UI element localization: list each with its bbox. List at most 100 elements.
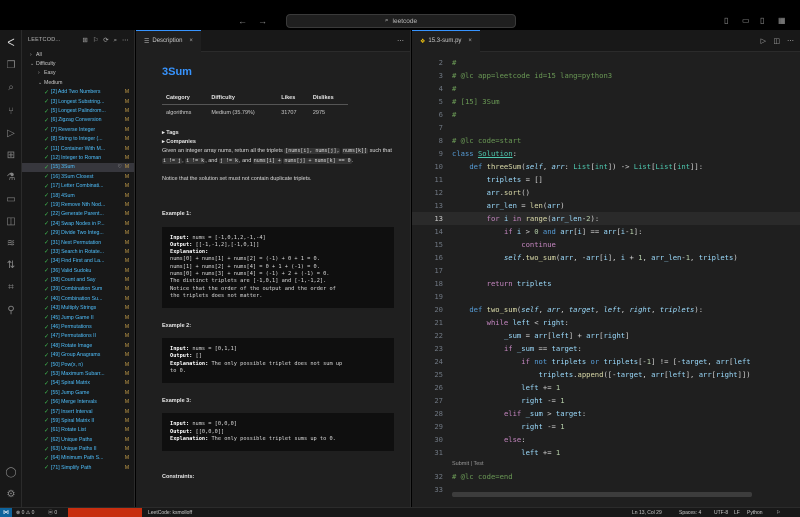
problems-indicator[interactable]: ⊗ 0 ⚠ 0 <box>16 509 34 517</box>
docker-icon[interactable]: ◫ <box>5 216 17 228</box>
problem-item[interactable]: ✓ [49] Group Anagrams M <box>22 351 134 360</box>
command-center-search[interactable]: ⌕ leetcode <box>286 14 516 28</box>
pull-requests-icon[interactable]: ⇅ <box>5 260 17 272</box>
problem-item[interactable]: ✓ [36] Valid Sudoku M <box>22 266 134 275</box>
run-debug-icon[interactable]: ▷ <box>5 128 17 140</box>
problem-item[interactable]: ✓ [56] Merge Intervals M <box>22 397 134 406</box>
pin-icon[interactable]: ⚲ <box>5 305 17 317</box>
code-area[interactable]: 2 # 3 # @lc app=leetcode id=15 lang=python… <box>412 56 800 496</box>
modified-badge: M <box>124 220 129 227</box>
problem-item[interactable]: ✓ [40] Combination Su... M <box>22 294 134 303</box>
back-arrow-icon[interactable]: ← <box>238 16 247 26</box>
database-icon[interactable]: ≋ <box>5 238 17 250</box>
problem-item[interactable]: ✓ [39] Combination Sum M <box>22 285 134 294</box>
leetcode-icon[interactable]: ᐸ <box>5 38 17 50</box>
problem-item[interactable]: ✓ [8] String to Integer (... M <box>22 135 134 144</box>
toggle-panel-icon[interactable]: ▭ <box>742 16 750 25</box>
problem-item[interactable]: ✓ [61] Rotate List M <box>22 426 134 435</box>
problem-item[interactable]: ✓ [34] Find First and La... M <box>22 257 134 266</box>
remote-explorer-icon[interactable]: ▭ <box>5 194 17 206</box>
problem-item[interactable]: ✓ [57] Insert Interval M <box>22 407 134 416</box>
problem-item[interactable]: ✓ [47] Permutations II M <box>22 332 134 341</box>
ports-indicator[interactable]: ⓦ 0 <box>48 509 57 517</box>
companies-toggle[interactable]: ▸ Companies <box>162 139 386 145</box>
problem-item[interactable]: ✓ [24] Swap Nodes in P... M <box>22 219 134 228</box>
problem-item[interactable]: ✓ [31] Next Permutation M <box>22 238 134 247</box>
problem-item[interactable]: ✓ [62] Unique Paths M <box>22 435 134 444</box>
problem-item[interactable]: ✓ [7] Reverse Integer M <box>22 125 134 134</box>
problem-label: [15] 3Sum <box>51 164 75 171</box>
cursor-position[interactable]: Ln 13, Col 29 <box>632 509 662 517</box>
problem-item[interactable]: ✓ [45] Jump Game II M <box>22 313 134 322</box>
heart-icon[interactable]: ♡ <box>118 164 122 170</box>
problem-item[interactable]: ✓ [2] Add Two Numbers M <box>22 88 134 97</box>
problem-item[interactable]: ✓ [46] Permutations M <box>22 322 134 331</box>
language-mode[interactable]: Python <box>747 509 763 517</box>
testing-icon[interactable]: ⚗ <box>5 172 17 184</box>
problem-item[interactable]: ✓ [22] Generate Parent... M <box>22 210 134 219</box>
account-icon[interactable]: ◯ <box>5 467 17 479</box>
problem-item[interactable]: ✓ [12] Integer to Roman M <box>22 153 134 162</box>
source-control-icon[interactable]: ⑂ <box>5 106 17 118</box>
more-actions-icon[interactable]: ⋯ <box>397 37 404 45</box>
problem-item[interactable]: ✓ [18] 4Sum M <box>22 191 134 200</box>
problem-item[interactable]: ✓ [29] Divide Two Integ... M <box>22 228 134 237</box>
problem-item[interactable]: ✓ [55] Jump Game M <box>22 388 134 397</box>
problem-item[interactable]: ✓ [17] Letter Combinati... M <box>22 181 134 190</box>
indentation[interactable]: Spaces: 4 <box>679 509 701 517</box>
problem-item[interactable]: ✓ [64] Minimum Path S... M <box>22 454 134 463</box>
problem-item[interactable]: ✓ [33] Search in Rotate... M <box>22 247 134 256</box>
solved-check-icon: ✓ <box>44 371 50 378</box>
customize-layout-icon[interactable]: ▦ <box>778 16 786 25</box>
tree-group[interactable]: › Easy <box>22 69 134 78</box>
problem-item[interactable]: ✓ [71] Simplify Path M <box>22 463 134 472</box>
explorer-icon[interactable]: ❐ <box>5 60 17 72</box>
problem-item[interactable]: ✓ [6] Zigzag Conversion M <box>22 116 134 125</box>
horizontal-scrollbar[interactable] <box>452 492 752 497</box>
modified-badge: M <box>124 352 129 359</box>
close-icon[interactable]: × <box>189 38 193 44</box>
tree-group[interactable]: › All <box>22 50 134 59</box>
problem-item[interactable]: ✓ [50] Pow(x, n) M <box>22 360 134 369</box>
terminal-icon[interactable]: ⌗ <box>5 282 17 294</box>
problem-item[interactable]: ✓ [59] Spiral Matrix II M <box>22 416 134 425</box>
run-python-icon[interactable]: ▷ <box>761 37 766 45</box>
remote-indicator-icon[interactable]: ⋈ <box>0 508 12 517</box>
problem-item[interactable]: ✓ [15] 3Sum M ♡ <box>22 162 134 173</box>
problem-title[interactable]: 3Sum <box>162 66 386 78</box>
problem-item[interactable]: ✓ [19] Remove Nth Nod... M <box>22 200 134 209</box>
modified-badge: M <box>124 89 129 96</box>
notifications-bell-icon[interactable]: ⚐ <box>776 509 780 517</box>
problem-item[interactable]: ✓ [63] Unique Paths II M <box>22 444 134 453</box>
sidebar-toolbar[interactable]: ⊞ ⚐ ⟳ ⌕ ⋯ <box>82 36 130 45</box>
tab-description[interactable]: ☰ Description × <box>136 30 201 52</box>
problem-item[interactable]: ✓ [3] Longest Substring... M <box>22 97 134 106</box>
toggle-secondary-sidebar-icon[interactable]: ▯ <box>760 16 764 25</box>
tree-group[interactable]: ⌄ Medium <box>22 78 134 87</box>
problem-item[interactable]: ✓ [38] Count and Say M <box>22 275 134 284</box>
more-actions-icon[interactable]: ⋯ <box>787 37 794 45</box>
close-icon[interactable]: × <box>468 38 472 44</box>
problem-item[interactable]: ✓ [16] 3Sum Closest M <box>22 172 134 181</box>
manage-gear-icon[interactable]: ⚙ <box>5 489 17 501</box>
encoding[interactable]: UTF-8 <box>714 509 728 517</box>
tab-15-3-sum-py[interactable]: ❖ 15.3-sum.py × <box>412 30 480 52</box>
search-icon[interactable]: ⌕ <box>5 82 17 94</box>
problem-item[interactable]: ✓ [5] Longest Palindrom... M <box>22 106 134 115</box>
toggle-sidebar-icon[interactable]: ▯ <box>724 16 728 25</box>
solved-check-icon: ✓ <box>44 249 50 256</box>
leetcode-account[interactable]: LeetCode: ksmolloff <box>148 509 192 517</box>
problem-item[interactable]: ✓ [54] Spiral Matrix M <box>22 379 134 388</box>
tree-group[interactable]: ⌄ Difficulty <box>22 59 134 68</box>
problem-item[interactable]: ✓ [11] Container With M... M <box>22 144 134 153</box>
forward-arrow-icon[interactable]: → <box>258 16 267 26</box>
tags-toggle[interactable]: ▸ Tags <box>162 130 386 136</box>
extensions-icon[interactable]: ⊞ <box>5 150 17 162</box>
split-editor-icon[interactable]: ◫ <box>773 37 780 45</box>
problem-item[interactable]: ✓ [53] Maximum Subarr... M <box>22 369 134 378</box>
codelens-submit-test[interactable]: Submit | Test <box>412 459 800 470</box>
problem-label: [49] Group Anagrams <box>51 352 101 359</box>
problem-item[interactable]: ✓ [48] Rotate Image M <box>22 341 134 350</box>
problem-item[interactable]: ✓ [43] Multiply Strings M <box>22 304 134 313</box>
end-of-line[interactable]: LF <box>734 509 740 517</box>
